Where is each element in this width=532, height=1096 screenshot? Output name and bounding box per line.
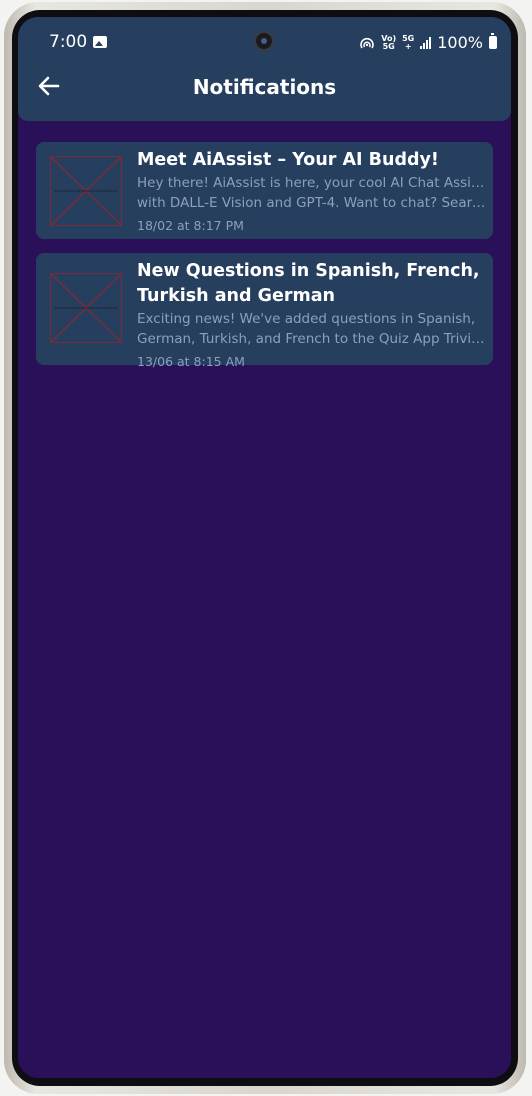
notification-date: 13/06 at 8:15 AM bbox=[137, 354, 245, 369]
notification-title: New Questions in Spanish, French, Turkis… bbox=[137, 261, 480, 306]
notification-body: Hey there! AiAssist is here, your cool A… bbox=[137, 175, 489, 211]
notification-date: 18/02 at 8:17 PM bbox=[137, 218, 244, 233]
app-screen: 7:00 Vo) 5G 5G + 100% Notifications Meet… bbox=[18, 17, 511, 1078]
status-time: 7:00 bbox=[49, 32, 88, 52]
app-header: 7:00 Vo) 5G 5G + 100% Notifications bbox=[18, 17, 511, 121]
hotspot-icon bbox=[360, 37, 374, 48]
notification-item[interactable]: New Questions in Spanish, French, Turkis… bbox=[36, 253, 493, 369]
front-camera bbox=[254, 31, 274, 51]
signal-strength-icon bbox=[420, 36, 432, 49]
notification-title: Meet AiAssist – Your AI Buddy! bbox=[137, 150, 439, 170]
notification-body: Exciting news! We've added questions in … bbox=[137, 311, 489, 347]
5g-data-icon: 5G + bbox=[402, 33, 415, 51]
broken-image-placeholder bbox=[50, 273, 122, 343]
notification-list: Meet AiAssist – Your AI Buddy! Hey there… bbox=[36, 142, 493, 379]
status-bar-left: 7:00 bbox=[49, 32, 108, 52]
notification-item[interactable]: Meet AiAssist – Your AI Buddy! Hey there… bbox=[36, 142, 493, 239]
battery-icon bbox=[489, 33, 497, 49]
battery-percent: 100% bbox=[437, 33, 483, 52]
image-notification-icon bbox=[93, 36, 108, 48]
broken-image-placeholder bbox=[50, 156, 122, 226]
page-title: Notifications bbox=[192, 75, 337, 99]
status-bar-right: Vo) 5G 5G + 100% bbox=[359, 33, 497, 52]
volte-5g-icon: Vo) 5G bbox=[381, 33, 397, 51]
